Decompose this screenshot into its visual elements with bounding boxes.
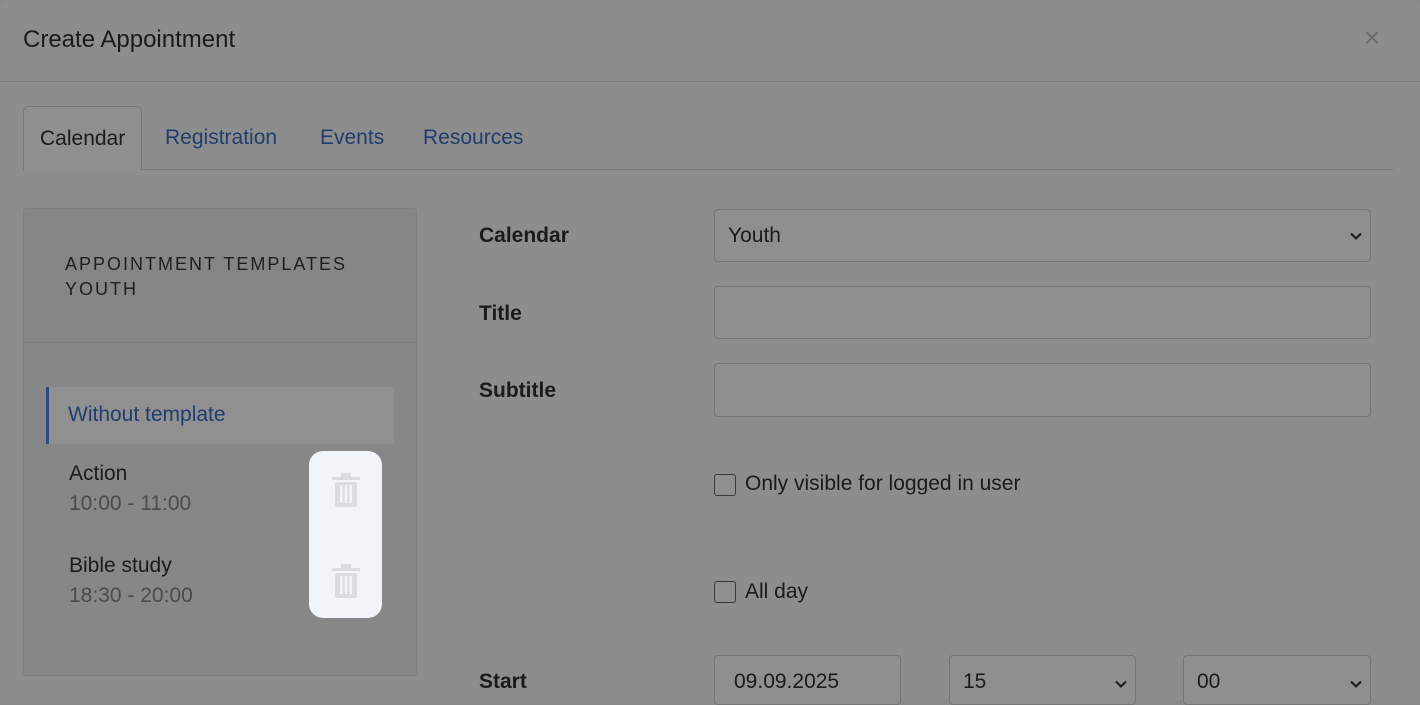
title-input[interactable]	[714, 286, 1371, 339]
create-appointment-modal: Create Appointment × Calendar Registrati…	[0, 0, 1420, 705]
close-button[interactable]: ×	[1356, 20, 1388, 56]
subtitle-label: Subtitle	[479, 379, 556, 402]
modal-title: Create Appointment	[23, 26, 236, 53]
tab-bar: Calendar Registration Events Resources	[23, 106, 1393, 171]
start-date-value: 09.09.2025	[734, 670, 840, 693]
only-logged-in-checkbox[interactable]	[714, 474, 736, 496]
all-day-checkbox[interactable]	[714, 581, 736, 603]
subtitle-input[interactable]	[714, 363, 1371, 417]
close-icon: ×	[1363, 22, 1381, 53]
modal-header: Create Appointment ×	[0, 0, 1420, 82]
trash-icon[interactable]	[332, 473, 360, 507]
start-label: Start	[479, 670, 527, 693]
start-hour-value: 15	[963, 670, 987, 693]
templates-heading: APPOINTMENT TEMPLATES YOUTH	[65, 254, 348, 299]
calendar-label: Calendar	[479, 224, 569, 247]
template-name: Without template	[68, 403, 226, 426]
tab-registration[interactable]: Registration	[165, 106, 277, 170]
tab-calendar[interactable]: Calendar	[23, 106, 143, 171]
tab-events[interactable]: Events	[320, 106, 384, 170]
start-minute-value: 00	[1197, 670, 1221, 693]
template-item-without-template[interactable]: Without template	[46, 387, 394, 444]
all-day-label: All day	[745, 580, 809, 603]
chevron-down-icon	[1350, 232, 1362, 240]
start-hour-select[interactable]: 15	[949, 655, 1136, 705]
title-label: Title	[479, 302, 522, 325]
tab-resources[interactable]: Resources	[423, 106, 523, 170]
trash-icon[interactable]	[332, 564, 360, 598]
start-minute-select[interactable]: 00	[1183, 655, 1371, 705]
only-logged-in-label: Only visible for logged in user	[745, 472, 1021, 495]
templates-panel-header: APPOINTMENT TEMPLATES YOUTH	[24, 209, 416, 343]
calendar-select-value: Youth	[728, 224, 781, 247]
calendar-select[interactable]: Youth	[714, 209, 1371, 262]
start-date-input[interactable]: 09.09.2025	[714, 655, 901, 705]
delete-actions-highlight	[309, 451, 382, 618]
